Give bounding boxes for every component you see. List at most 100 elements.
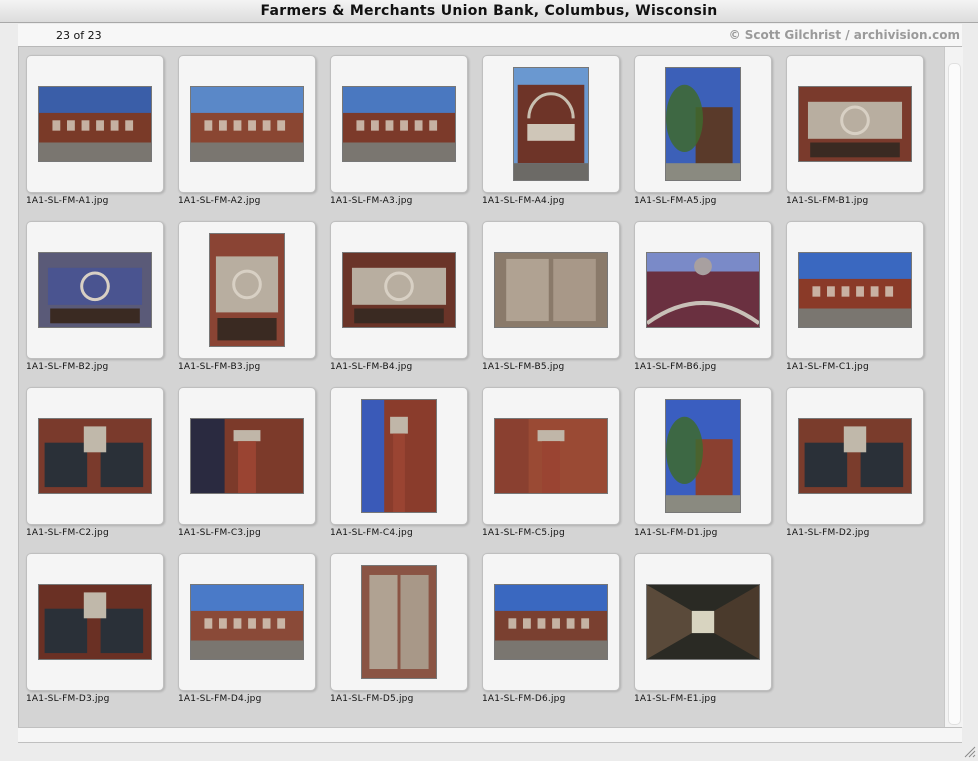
thumbnail-filename: 1A1-SL-FM-B4.jpg xyxy=(330,362,413,372)
slide-frame[interactable] xyxy=(178,221,316,359)
thumbnail-filename: 1A1-SL-FM-B3.jpg xyxy=(178,362,261,372)
thumbnail[interactable]: 1A1-SL-FM-E1.jpg xyxy=(634,553,774,711)
photo-image[interactable] xyxy=(494,418,608,494)
thumbnail-filename: 1A1-SL-FM-D1.jpg xyxy=(634,528,718,538)
resize-grip-icon[interactable] xyxy=(962,744,976,758)
thumbnail-filename: 1A1-SL-FM-C2.jpg xyxy=(26,528,109,538)
photo-image[interactable] xyxy=(38,86,152,162)
photo-image[interactable] xyxy=(798,252,912,328)
slide-frame[interactable] xyxy=(786,221,924,359)
thumbnail[interactable]: 1A1-SL-FM-C2.jpg xyxy=(26,387,166,545)
image-counter: 23 of 23 xyxy=(56,29,102,42)
thumbnail[interactable]: 1A1-SL-FM-A4.jpg xyxy=(482,55,622,213)
photo-image[interactable] xyxy=(342,86,456,162)
thumbnail-grid: 1A1-SL-FM-A1.jpg 1A1-SL-FM-A2.jpg 1A1-SL-F… xyxy=(18,47,945,727)
slide-frame[interactable] xyxy=(786,55,924,193)
thumbnail-filename: 1A1-SL-FM-D4.jpg xyxy=(178,694,262,704)
photo-image[interactable] xyxy=(798,86,912,162)
thumbnail[interactable]: 1A1-SL-FM-B2.jpg xyxy=(26,221,166,379)
thumbnail[interactable]: 1A1-SL-FM-D5.jpg xyxy=(330,553,470,711)
horizontal-scrollbar[interactable] xyxy=(18,727,962,743)
photo-image[interactable] xyxy=(665,399,741,513)
photo-image[interactable] xyxy=(38,418,152,494)
thumbnail[interactable]: 1A1-SL-FM-D1.jpg xyxy=(634,387,774,545)
photo-image[interactable] xyxy=(209,233,285,347)
thumbnail-filename: 1A1-SL-FM-B2.jpg xyxy=(26,362,109,372)
slide-frame[interactable] xyxy=(178,387,316,525)
thumbnail-filename: 1A1-SL-FM-D3.jpg xyxy=(26,694,110,704)
thumbnail[interactable]: 1A1-SL-FM-C1.jpg xyxy=(786,221,926,379)
slide-frame[interactable] xyxy=(26,55,164,193)
vertical-scrollbar[interactable] xyxy=(944,47,963,727)
copyright-credit: © Scott Gilchrist / archivision.com xyxy=(728,28,960,42)
slide-frame[interactable] xyxy=(330,387,468,525)
thumbnail-filename: 1A1-SL-FM-B5.jpg xyxy=(482,362,565,372)
slide-frame[interactable] xyxy=(634,387,772,525)
photo-image[interactable] xyxy=(665,67,741,181)
slide-frame[interactable] xyxy=(634,55,772,193)
thumbnail[interactable]: 1A1-SL-FM-D3.jpg xyxy=(26,553,166,711)
photo-image[interactable] xyxy=(342,252,456,328)
thumbnail[interactable]: 1A1-SL-FM-A3.jpg xyxy=(330,55,470,213)
thumbnail-filename: 1A1-SL-FM-A3.jpg xyxy=(330,196,413,206)
slide-frame[interactable] xyxy=(634,553,772,691)
thumbnail[interactable]: 1A1-SL-FM-D6.jpg xyxy=(482,553,622,711)
thumbnail[interactable]: 1A1-SL-FM-A2.jpg xyxy=(178,55,318,213)
slide-frame[interactable] xyxy=(482,221,620,359)
thumbnail-filename: 1A1-SL-FM-B6.jpg xyxy=(634,362,717,372)
photo-image[interactable] xyxy=(513,67,589,181)
slide-frame[interactable] xyxy=(26,221,164,359)
thumbnail-filename: 1A1-SL-FM-C1.jpg xyxy=(786,362,869,372)
photo-image[interactable] xyxy=(190,418,304,494)
photo-image[interactable] xyxy=(646,252,760,328)
thumbnail-filename: 1A1-SL-FM-D6.jpg xyxy=(482,694,566,704)
thumbnail-filename: 1A1-SL-FM-A2.jpg xyxy=(178,196,261,206)
slide-frame[interactable] xyxy=(330,55,468,193)
thumbnail-filename: 1A1-SL-FM-A5.jpg xyxy=(634,196,717,206)
thumbnail[interactable]: 1A1-SL-FM-B5.jpg xyxy=(482,221,622,379)
thumbnail[interactable]: 1A1-SL-FM-B1.jpg xyxy=(786,55,926,213)
slide-frame[interactable] xyxy=(786,387,924,525)
thumbnail-filename: 1A1-SL-FM-D2.jpg xyxy=(786,528,870,538)
photo-image[interactable] xyxy=(190,584,304,660)
slide-frame[interactable] xyxy=(178,55,316,193)
slide-frame[interactable] xyxy=(26,553,164,691)
slide-frame[interactable] xyxy=(178,553,316,691)
thumbnail[interactable]: 1A1-SL-FM-A1.jpg xyxy=(26,55,166,213)
slide-frame[interactable] xyxy=(634,221,772,359)
photo-image[interactable] xyxy=(190,86,304,162)
thumbnail[interactable]: 1A1-SL-FM-D4.jpg xyxy=(178,553,318,711)
window-title: Farmers & Merchants Union Bank, Columbus… xyxy=(0,0,978,23)
photo-image[interactable] xyxy=(38,584,152,660)
thumbnail[interactable]: 1A1-SL-FM-B4.jpg xyxy=(330,221,470,379)
thumbnail[interactable]: 1A1-SL-FM-B6.jpg xyxy=(634,221,774,379)
photo-image[interactable] xyxy=(494,252,608,328)
photo-image[interactable] xyxy=(361,565,437,679)
slide-frame[interactable] xyxy=(482,387,620,525)
thumbnail[interactable]: 1A1-SL-FM-C3.jpg xyxy=(178,387,318,545)
photo-image[interactable] xyxy=(361,399,437,513)
thumbnail-filename: 1A1-SL-FM-E1.jpg xyxy=(634,694,717,704)
thumbnail[interactable]: 1A1-SL-FM-B3.jpg xyxy=(178,221,318,379)
thumbnail-filename: 1A1-SL-FM-B1.jpg xyxy=(786,196,869,206)
thumbnail-filename: 1A1-SL-FM-C3.jpg xyxy=(178,528,261,538)
thumbnail[interactable]: 1A1-SL-FM-C4.jpg xyxy=(330,387,470,545)
thumbnail-filename: 1A1-SL-FM-A1.jpg xyxy=(26,196,109,206)
scroll-thumb[interactable] xyxy=(948,63,961,725)
thumbnail[interactable]: 1A1-SL-FM-A5.jpg xyxy=(634,55,774,213)
slide-frame[interactable] xyxy=(330,221,468,359)
photo-image[interactable] xyxy=(38,252,152,328)
thumbnail-filename: 1A1-SL-FM-C4.jpg xyxy=(330,528,413,538)
slide-frame[interactable] xyxy=(482,55,620,193)
slide-frame[interactable] xyxy=(482,553,620,691)
photo-image[interactable] xyxy=(646,584,760,660)
slide-frame[interactable] xyxy=(330,553,468,691)
slide-frame[interactable] xyxy=(26,387,164,525)
photo-image[interactable] xyxy=(494,584,608,660)
thumbnail-filename: 1A1-SL-FM-A4.jpg xyxy=(482,196,565,206)
thumbnail-filename: 1A1-SL-FM-D5.jpg xyxy=(330,694,414,704)
photo-image[interactable] xyxy=(798,418,912,494)
thumbnail[interactable]: 1A1-SL-FM-C5.jpg xyxy=(482,387,622,545)
thumbnail[interactable]: 1A1-SL-FM-D2.jpg xyxy=(786,387,926,545)
info-bar: 23 of 23 © Scott Gilchrist / archivision… xyxy=(18,24,962,46)
